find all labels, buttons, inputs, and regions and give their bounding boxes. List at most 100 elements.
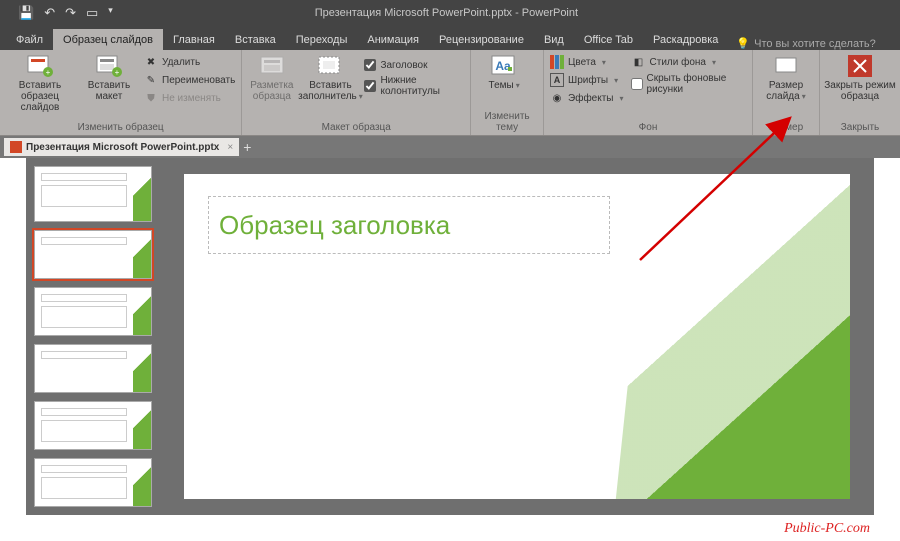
- window-title: Презентация Microsoft PowerPoint.pptx - …: [113, 7, 780, 19]
- ribbon-tabs: Файл Образец слайдов Главная Вставка Пер…: [0, 26, 900, 50]
- slide-size-label: Размер слайда▾: [757, 80, 815, 102]
- chevron-down-icon: ▾: [514, 81, 520, 90]
- group-close: Закрыть режим образца Закрыть: [820, 50, 900, 135]
- title-placeholder[interactable]: Образец заголовка: [208, 196, 610, 254]
- thumbnail-master[interactable]: [34, 166, 152, 222]
- group-size-label: Размер: [757, 122, 815, 135]
- group-edit-master-label: Изменить образец: [4, 122, 237, 135]
- slide-size-icon: [772, 54, 800, 78]
- themes-button[interactable]: Aa Темы▾: [475, 52, 533, 91]
- group-master-layout: Разметка образца Вставить заполнитель▾ З…: [242, 50, 471, 135]
- group-master-layout-label: Макет образца: [246, 122, 466, 135]
- powerpoint-icon: [10, 141, 22, 153]
- title-checkbox-input[interactable]: [364, 59, 376, 71]
- colors-button[interactable]: Цвета▾: [548, 54, 625, 70]
- colors-icon: [550, 55, 564, 69]
- close-master-view-button[interactable]: Закрыть режим образца: [824, 52, 896, 102]
- hide-bg-graphics-input[interactable]: [631, 78, 643, 90]
- close-tab-icon[interactable]: ×: [223, 142, 233, 153]
- tab-storyboard[interactable]: Раскадровка: [643, 29, 728, 50]
- insert-layout-icon: +: [95, 54, 123, 78]
- tab-view[interactable]: Вид: [534, 29, 574, 50]
- effects-button[interactable]: ◉ Эффекты▾: [548, 90, 625, 106]
- delete-icon: ✖: [144, 55, 158, 69]
- background-styles-icon: ◧: [632, 55, 646, 69]
- thumbnail-layout-4[interactable]: [34, 401, 152, 450]
- slide-canvas[interactable]: Образец заголовка: [160, 158, 874, 515]
- undo-icon[interactable]: ↶: [44, 5, 55, 21]
- slide-size-button[interactable]: Размер слайда▾: [757, 52, 815, 102]
- group-themes-label: Изменить тему: [475, 111, 539, 135]
- document-tab-bar: Презентация Microsoft PowerPoint.pptx × …: [0, 136, 900, 158]
- ribbon: + Вставить образец слайдов + Вставить ма…: [0, 50, 900, 136]
- delete-label: Удалить: [162, 57, 200, 68]
- delete-button[interactable]: ✖ Удалить: [142, 54, 237, 70]
- start-from-beginning-icon[interactable]: ▭: [86, 5, 98, 21]
- insert-layout-button[interactable]: + Вставить макет: [80, 52, 138, 102]
- tell-me-label: Что вы хотите сделать?: [754, 38, 876, 50]
- footers-checkbox-input[interactable]: [364, 80, 376, 92]
- tab-transitions[interactable]: Переходы: [286, 29, 358, 50]
- group-themes: Aa Темы▾ Изменить тему: [471, 50, 544, 135]
- themes-icon: Aa: [490, 54, 518, 78]
- rename-icon: ✎: [144, 73, 158, 87]
- tab-slide-master[interactable]: Образец слайдов: [53, 29, 163, 50]
- watermark: Public-PC.com: [784, 521, 870, 537]
- save-icon[interactable]: 💾: [18, 5, 34, 21]
- insert-slide-master-label: Вставить образец слайдов: [4, 80, 76, 113]
- lightbulb-icon: 💡: [736, 37, 750, 50]
- title-checkbox[interactable]: Заголовок: [363, 58, 466, 72]
- thumbnail-panel[interactable]: [26, 158, 160, 515]
- thumbnail-layout-5[interactable]: [34, 458, 152, 507]
- tab-animations[interactable]: Анимация: [357, 29, 429, 50]
- insert-placeholder-label: Вставить заполнитель▾: [298, 80, 363, 102]
- insert-placeholder-icon: [316, 54, 344, 78]
- fonts-icon: A: [550, 73, 564, 87]
- document-tab-label: Презентация Microsoft PowerPoint.pptx: [26, 142, 219, 153]
- rename-label: Переименовать: [162, 75, 235, 86]
- thumbnail-layout-1[interactable]: [34, 230, 152, 279]
- title-checkbox-label: Заголовок: [380, 60, 427, 71]
- fonts-button[interactable]: A Шрифты ▾: [548, 72, 625, 88]
- hide-bg-graphics-checkbox[interactable]: Скрыть фоновые рисунки: [630, 72, 748, 96]
- workspace: Образец заголовка: [26, 158, 874, 515]
- chevron-down-icon: ▾: [357, 92, 363, 101]
- preserve-label: Не изменять: [162, 93, 221, 104]
- tab-review[interactable]: Рецензирование: [429, 29, 534, 50]
- document-tab[interactable]: Презентация Microsoft PowerPoint.pptx ×: [4, 138, 239, 156]
- tab-home[interactable]: Главная: [163, 29, 225, 50]
- footers-checkbox[interactable]: Нижние колонтитулы: [363, 74, 466, 98]
- preserve-icon: ⛊: [144, 91, 158, 105]
- title-placeholder-text: Образец заголовка: [219, 210, 450, 241]
- thumbnail-layout-3[interactable]: [34, 344, 152, 393]
- svg-text:+: +: [46, 68, 51, 77]
- close-icon: [846, 54, 874, 78]
- group-edit-master: + Вставить образец слайдов + Вставить ма…: [0, 50, 242, 135]
- background-styles-button[interactable]: ◧ Стили фона▾: [630, 54, 748, 70]
- new-tab-icon[interactable]: +: [239, 139, 251, 155]
- chevron-down-icon: ▾: [800, 92, 806, 101]
- master-layout-icon: [258, 54, 286, 78]
- svg-text:+: +: [115, 68, 120, 77]
- tell-me[interactable]: 💡 Что вы хотите сделать?: [736, 37, 875, 50]
- group-background-label: Фон: [548, 122, 748, 135]
- tab-insert[interactable]: Вставка: [225, 29, 286, 50]
- titlebar: 💾 ↶ ↷ ▭ ▾ Презентация Microsoft PowerPoi…: [0, 0, 900, 26]
- slide[interactable]: Образец заголовка: [184, 174, 850, 499]
- tab-file[interactable]: Файл: [6, 29, 53, 50]
- hide-bg-graphics-label: Скрыть фоновые рисунки: [647, 73, 747, 95]
- redo-icon[interactable]: ↷: [65, 5, 76, 21]
- close-master-view-label: Закрыть режим образца: [824, 80, 896, 102]
- insert-placeholder-button[interactable]: Вставить заполнитель▾: [301, 52, 359, 102]
- thumbnail-layout-2[interactable]: [34, 287, 152, 336]
- chevron-down-icon: ▾: [600, 58, 606, 67]
- insert-layout-label: Вставить макет: [80, 80, 138, 102]
- effects-icon: ◉: [550, 91, 564, 105]
- chevron-down-icon: ▾: [612, 76, 618, 85]
- insert-slide-master-button[interactable]: + Вставить образец слайдов: [4, 52, 76, 113]
- rename-button[interactable]: ✎ Переименовать: [142, 72, 237, 88]
- tab-office-tab[interactable]: Office Tab: [574, 29, 643, 50]
- group-close-label: Закрыть: [824, 122, 896, 135]
- fonts-label: Шрифты: [568, 75, 608, 86]
- background-styles-label: Стили фона: [650, 57, 706, 68]
